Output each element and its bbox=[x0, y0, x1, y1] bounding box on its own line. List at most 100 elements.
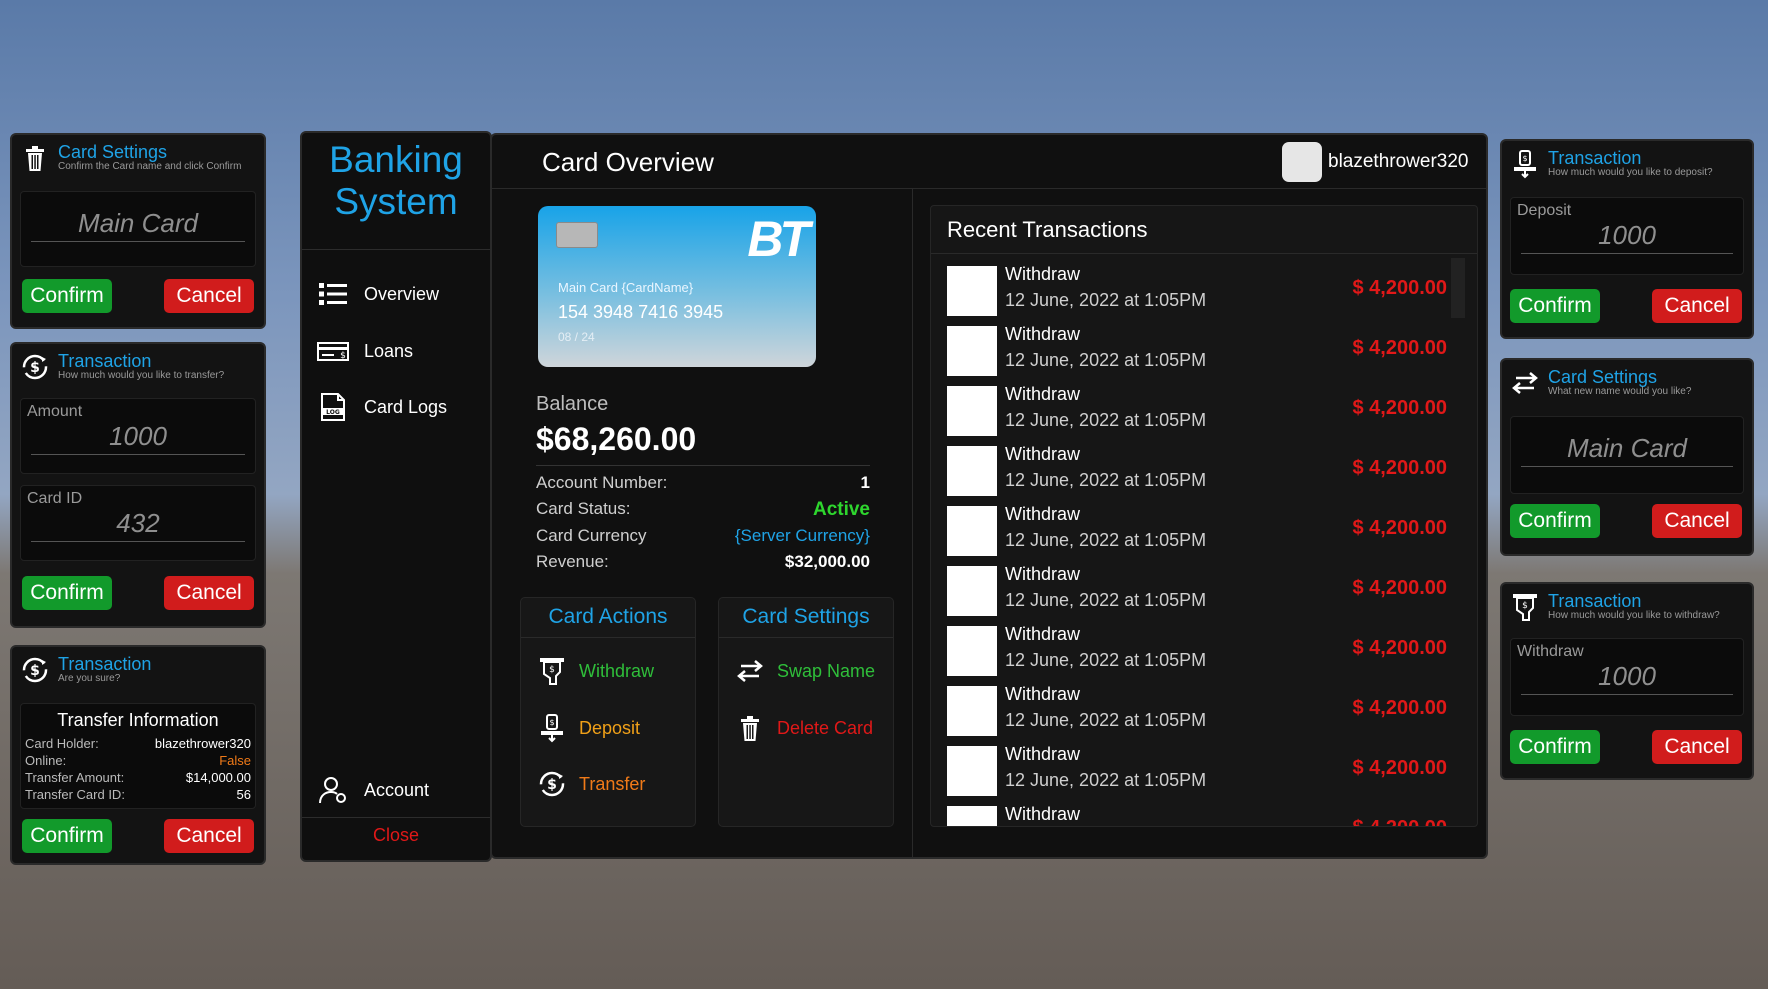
deposit-panel: $ Transaction How much would you like to… bbox=[1500, 139, 1754, 339]
transfer-info-title: Transfer Information bbox=[57, 710, 219, 730]
transaction-row[interactable]: Withdraw 12 June, 2022 at 1:05PM $ 4,200.0… bbox=[947, 744, 1447, 796]
deposit-label: Deposit bbox=[579, 717, 641, 738]
transaction-amount: $ 4,200.00 bbox=[1352, 637, 1447, 659]
withdraw-action[interactable]: $ Withdraw bbox=[537, 656, 654, 686]
transfer-confirm-panel: $ Transaction Are you sure? Transfer Inf… bbox=[10, 645, 266, 865]
info-value: $14,000.00 bbox=[185, 770, 251, 785]
card-id-input[interactable]: Card ID 432 bbox=[20, 485, 256, 561]
divider bbox=[536, 465, 870, 466]
panel-header: Card Settings Confirm the Card name and … bbox=[12, 135, 264, 173]
transaction-thumb bbox=[947, 626, 997, 676]
card-settings-panel: Card Settings Swap Name Delete Card bbox=[718, 597, 894, 827]
panel-subtitle: How much would you like to withdraw? bbox=[1548, 610, 1720, 621]
transfer-action[interactable]: $ Transfer bbox=[537, 769, 645, 799]
transaction-row[interactable]: Withdraw 12 June, 2022 at 1:05PM $ 4,200.0… bbox=[947, 564, 1447, 616]
transaction-type: Withdraw bbox=[1005, 624, 1081, 644]
confirm-button[interactable]: Confirm bbox=[1510, 730, 1600, 764]
card-actions-panel: Card Actions $ Withdraw $ Deposit $ Tran… bbox=[520, 597, 696, 827]
confirm-button[interactable]: Confirm bbox=[1510, 289, 1600, 323]
brand-title: Banking System bbox=[329, 139, 463, 222]
svg-text:$: $ bbox=[340, 351, 346, 361]
transaction-amount: $ 4,200.00 bbox=[1352, 757, 1447, 779]
confirm-button[interactable]: Confirm bbox=[22, 819, 112, 853]
card-name-input[interactable]: Main Card bbox=[20, 191, 256, 267]
recent-transactions-panel: Recent Transactions Withdraw 12 June, 202… bbox=[930, 205, 1478, 827]
close-button[interactable]: Close bbox=[302, 825, 490, 846]
withdraw-icon: $ bbox=[1513, 594, 1537, 621]
list-icon bbox=[319, 283, 347, 305]
detail-value: {Server Currency} bbox=[734, 526, 870, 545]
panel-title: Transaction bbox=[1548, 591, 1642, 611]
deposit-action[interactable]: $ Deposit bbox=[537, 713, 640, 743]
cancel-button[interactable]: Cancel bbox=[164, 576, 254, 610]
svg-text:$: $ bbox=[549, 665, 555, 675]
panel-header: Card Settings What new name would you li… bbox=[1502, 360, 1752, 398]
cancel-button[interactable]: Cancel bbox=[1652, 730, 1742, 764]
sidebar-item-loans[interactable]: $ Loans bbox=[316, 336, 413, 366]
transaction-row[interactable]: Withdraw 12 June, 2022 at 1:05PM $ 4,200.0… bbox=[947, 384, 1447, 436]
sidebar-item-label: Loans bbox=[364, 340, 414, 361]
delete-card-action[interactable]: Delete Card bbox=[735, 713, 873, 743]
sidebar-item-overview[interactable]: Overview bbox=[316, 279, 439, 309]
transaction-amount: $ 4,200.00 bbox=[1352, 517, 1447, 539]
withdraw-panel: $ Transaction How much would you like to… bbox=[1500, 582, 1754, 780]
card-settings-new-name-panel: Card Settings What new name would you li… bbox=[1500, 358, 1754, 556]
transaction-row[interactable]: Withdraw $ 4,200.00 bbox=[947, 804, 1447, 826]
panel-title: Transaction bbox=[1548, 148, 1642, 168]
amount-value: 1000 bbox=[31, 421, 245, 455]
transfer-icon: $ bbox=[22, 354, 48, 380]
panel-subtitle: Confirm the Card name and click Confirm bbox=[58, 161, 242, 172]
transaction-row[interactable]: Withdraw 12 June, 2022 at 1:05PM $ 4,200.0… bbox=[947, 264, 1447, 316]
confirm-button[interactable]: Confirm bbox=[22, 279, 112, 313]
scrollbar[interactable] bbox=[1451, 258, 1465, 318]
transaction-thumb bbox=[947, 446, 997, 496]
swap-icon bbox=[1512, 372, 1538, 394]
svg-text:$: $ bbox=[547, 777, 557, 793]
transaction-thumb bbox=[947, 266, 997, 316]
transaction-row[interactable]: Withdraw 12 June, 2022 at 1:05PM $ 4,200.0… bbox=[947, 684, 1447, 736]
card-number: 154 3948 7416 3945 bbox=[558, 302, 724, 322]
detail-value: 1 bbox=[860, 473, 870, 492]
swap-name-action[interactable]: Swap Name bbox=[735, 656, 875, 686]
info-value: blazethrower320 bbox=[154, 736, 251, 751]
window-header: Card Overview blazethrower320 bbox=[492, 135, 1486, 189]
transaction-row[interactable]: Withdraw 12 June, 2022 at 1:05PM $ 4,200.0… bbox=[947, 624, 1447, 676]
cancel-button[interactable]: Cancel bbox=[164, 279, 254, 313]
confirm-button[interactable]: Confirm bbox=[22, 576, 112, 610]
transaction-row[interactable]: Withdraw 12 June, 2022 at 1:05PM $ 4,200.0… bbox=[947, 444, 1447, 496]
transaction-date: 12 June, 2022 at 1:05PM bbox=[1005, 290, 1207, 310]
divider bbox=[302, 249, 490, 250]
deposit-value: 1000 bbox=[1521, 220, 1733, 254]
sidebar-item-account[interactable]: Account bbox=[316, 775, 429, 805]
cancel-button[interactable]: Cancel bbox=[1652, 504, 1742, 538]
new-card-name-input[interactable]: Main Card bbox=[1510, 416, 1744, 494]
transaction-amount: $ 4,200.00 bbox=[1352, 277, 1447, 299]
withdraw-label: Withdraw bbox=[579, 660, 655, 681]
recent-transactions-title: Recent Transactions bbox=[931, 206, 1477, 254]
info-value: 56 bbox=[236, 787, 251, 802]
transaction-date: 12 June, 2022 at 1:05PM bbox=[1005, 710, 1207, 730]
amount-input[interactable]: Amount 1000 bbox=[20, 398, 256, 474]
user-settings-icon bbox=[319, 777, 346, 804]
withdraw-amount-input[interactable]: Withdraw 1000 bbox=[1510, 638, 1744, 716]
cancel-button[interactable]: Cancel bbox=[1652, 289, 1742, 323]
cancel-button[interactable]: Cancel bbox=[164, 819, 254, 853]
panel-subtitle: Are you sure? bbox=[58, 673, 121, 684]
bank-card: BT Main Card {CardName} 154 3948 7416 39… bbox=[538, 206, 816, 367]
card-id-value: 432 bbox=[31, 508, 245, 542]
panel-title: Transaction bbox=[58, 654, 152, 674]
transaction-thumb bbox=[947, 686, 997, 736]
transaction-row[interactable]: Withdraw 12 June, 2022 at 1:05PM $ 4,200.0… bbox=[947, 504, 1447, 556]
avatar[interactable] bbox=[1282, 142, 1322, 182]
deposit-amount-input[interactable]: Deposit 1000 bbox=[1510, 197, 1744, 275]
trash-icon bbox=[741, 716, 759, 741]
info-row-online: Online: False bbox=[25, 753, 251, 768]
transaction-type: Withdraw bbox=[1005, 384, 1081, 404]
transaction-type: Withdraw bbox=[1005, 444, 1081, 464]
panel-subtitle: How much would you like to transfer? bbox=[58, 370, 225, 381]
confirm-button[interactable]: Confirm bbox=[1510, 504, 1600, 538]
transaction-amount: $ 4,200.00 bbox=[1352, 457, 1447, 479]
sidebar-item-card-logs[interactable]: LOG Card Logs bbox=[316, 392, 447, 422]
transaction-row[interactable]: Withdraw 12 June, 2022 at 1:05PM $ 4,200.0… bbox=[947, 324, 1447, 376]
swap-name-label: Swap Name bbox=[777, 660, 876, 681]
